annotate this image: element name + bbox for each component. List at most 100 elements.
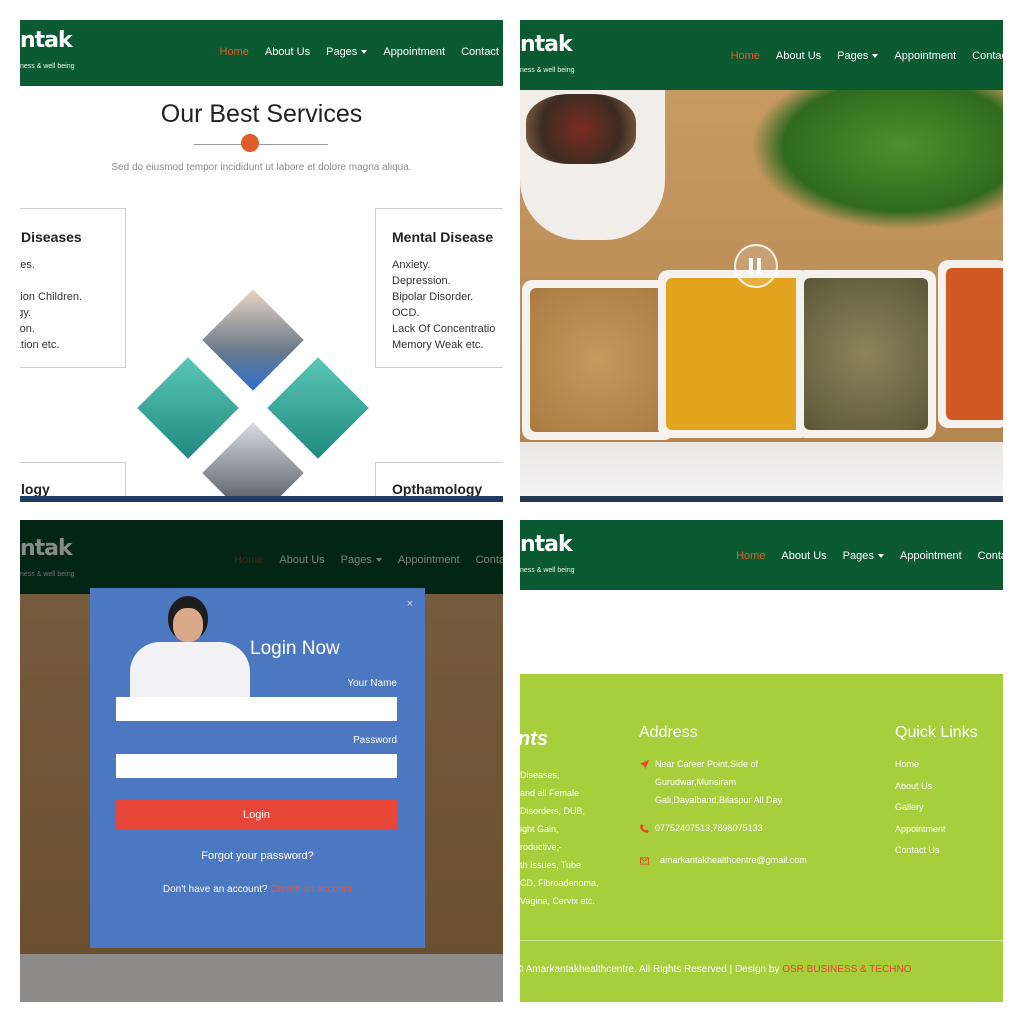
- footer-col1-title: nts: [520, 728, 548, 750]
- card-item: tation.: [20, 323, 35, 335]
- footer-col1-item: and all Female: [520, 788, 580, 798]
- nav-contact[interactable]: Conta: [978, 550, 1003, 562]
- nav-appointment[interactable]: Appointment: [900, 550, 962, 562]
- card-item: Anxiety.: [392, 259, 431, 271]
- quick-link[interactable]: Contact Us: [895, 840, 946, 862]
- nav-pages[interactable]: Pages: [326, 46, 368, 58]
- nav-pages-label: Pages: [326, 46, 358, 58]
- chevron-down-icon: [361, 50, 368, 55]
- nav-appointment[interactable]: Appointment: [383, 46, 445, 58]
- site-logo[interactable]: ntak: [520, 32, 573, 57]
- quick-link[interactable]: About Us: [895, 776, 946, 798]
- phone-number[interactable]: 07752407513,7898075133: [655, 819, 763, 837]
- logo-tagline: ness & well being: [20, 63, 75, 70]
- card-list: Anxiety. Depression. Bipolar Disorder. O…: [392, 257, 495, 353]
- doctor-face: [173, 608, 203, 642]
- pause-bar: [757, 258, 761, 274]
- taskbar: [520, 496, 1003, 502]
- card-item: Lack Of Concentratio: [392, 323, 496, 335]
- login-screenshot: ntak ness & well being Home About Us Pag…: [20, 520, 503, 1002]
- nav-contact[interactable]: Contact: [461, 46, 499, 58]
- services-screenshot: ntak ness & well being Home About Us Pag…: [20, 20, 503, 502]
- nav-pages[interactable]: Pages: [837, 50, 879, 62]
- footer-screenshot: ntak ness & well being Home About Us Pag…: [520, 520, 1003, 1002]
- top-navbar: ntak ness & well being Home About Us Pag…: [520, 520, 1003, 590]
- service-card-mental[interactable]: Mental Disease Anxiety. Depression. Bipo…: [375, 208, 503, 368]
- name-field[interactable]: [116, 697, 397, 721]
- footer-divider: [520, 940, 1003, 941]
- pause-button[interactable]: [734, 244, 778, 288]
- quick-links-list: Home About Us Gallery Appointment Contac…: [895, 754, 946, 862]
- quick-link[interactable]: Home: [895, 754, 946, 776]
- card-title: Opthamology: [392, 481, 483, 497]
- forgot-password-link[interactable]: Forgot your password?: [90, 850, 425, 862]
- quick-link[interactable]: Gallery: [895, 797, 946, 819]
- nav-about[interactable]: About Us: [265, 46, 310, 58]
- pause-bar: [749, 258, 753, 274]
- logo-tagline: ness & well being: [520, 67, 575, 74]
- main-menu: Home About Us Pages Appointment Conta: [736, 550, 1003, 562]
- card-list: betes. dation Children. lergy. tation. r…: [20, 257, 82, 353]
- card-title: logy: [21, 481, 50, 497]
- card-item: lergy.: [20, 307, 32, 319]
- nav-home[interactable]: Home: [736, 550, 765, 562]
- photo-tile-surgeons: [264, 354, 372, 462]
- dish-chili: [938, 260, 1003, 428]
- dish-greenpeppers: [796, 270, 936, 438]
- password-field[interactable]: [116, 754, 397, 778]
- copyright-text: © Amarkantakhealthcentre. All Rights Res…: [520, 964, 912, 975]
- location-icon: [640, 760, 649, 769]
- close-icon[interactable]: ×: [407, 598, 413, 610]
- signup-prompt: Don't have an account? Create an account: [90, 884, 425, 895]
- footer-col1-item: Vagina, Cervix etc.: [520, 896, 595, 906]
- signup-prompt-text: Don't have an account?: [162, 884, 268, 895]
- site-logo[interactable]: ntak: [20, 28, 73, 53]
- footer-col1-item: CD, Fibroadenoma,: [520, 878, 599, 888]
- login-button[interactable]: Login: [116, 800, 397, 830]
- nav-pages-label: Pages: [842, 550, 874, 562]
- doctor-coat: [130, 642, 250, 698]
- nav-home[interactable]: Home: [220, 46, 249, 58]
- nav-about[interactable]: About Us: [781, 550, 826, 562]
- main-menu: Home About Us Pages Appointment Contac: [731, 50, 1003, 62]
- card-item: Depression.: [392, 275, 451, 287]
- footer-col1-item: roductive;-: [520, 842, 563, 852]
- logo-tagline: ness & well being: [520, 567, 575, 574]
- nav-contact[interactable]: Contac: [972, 50, 1003, 62]
- nav-pages[interactable]: Pages: [843, 550, 884, 562]
- card-title: Mental Disease: [392, 229, 494, 245]
- section-subtitle: Sed do eiusmod tempor incididunt ut labo…: [111, 162, 412, 173]
- designer-link[interactable]: OSR BUSINESS & TECHNO: [782, 964, 911, 975]
- top-navbar: ntak ness & well being Home About Us Pag…: [20, 20, 503, 86]
- dish-turmeric: [658, 270, 810, 438]
- nav-appointment[interactable]: Appointment: [894, 50, 956, 62]
- name-label: Your Name: [347, 678, 397, 689]
- signup-link[interactable]: Create an account: [270, 884, 352, 895]
- leaves: [750, 90, 1003, 230]
- service-card-diseases[interactable]: Diseases betes. dation Children. lergy. …: [20, 208, 126, 368]
- quick-links-title: Quick Links: [895, 724, 978, 741]
- chevron-down-icon: [877, 554, 884, 559]
- footer-col1-item: ight Gain,: [520, 824, 559, 834]
- photo-tile-researcher: [199, 286, 307, 394]
- section-title: Our Best Services: [160, 100, 363, 128]
- dish-chickpeas: [522, 280, 674, 440]
- slide-shadow: [520, 442, 1003, 496]
- footer-col1-item: th Issues, Tube: [520, 860, 582, 870]
- title-divider: [194, 144, 328, 145]
- hero-slide-image[interactable]: [520, 90, 1003, 442]
- card-item: Memory Weak etc.: [392, 339, 484, 351]
- card-item: rdation etc.: [20, 339, 60, 351]
- nav-home[interactable]: Home: [731, 50, 760, 62]
- nav-about[interactable]: About Us: [776, 50, 821, 62]
- hero-screenshot: ntak ness & well being Home About Us Pag…: [520, 20, 1003, 502]
- top-navbar: ntak ness & well being Home About Us Pag…: [520, 20, 1003, 90]
- email-address[interactable]: amarkantakhealthcentre@gmail.com: [660, 851, 807, 869]
- doctor-illustration: [130, 596, 255, 698]
- address-line: Near Career Point,Side of: [655, 759, 759, 769]
- doctor-icon: [241, 134, 259, 152]
- nav-pages-label: Pages: [837, 50, 869, 62]
- site-logo[interactable]: ntak: [520, 532, 573, 557]
- quick-link[interactable]: Appointment: [895, 819, 946, 841]
- main-menu: Home About Us Pages Appointment Contact: [220, 46, 499, 58]
